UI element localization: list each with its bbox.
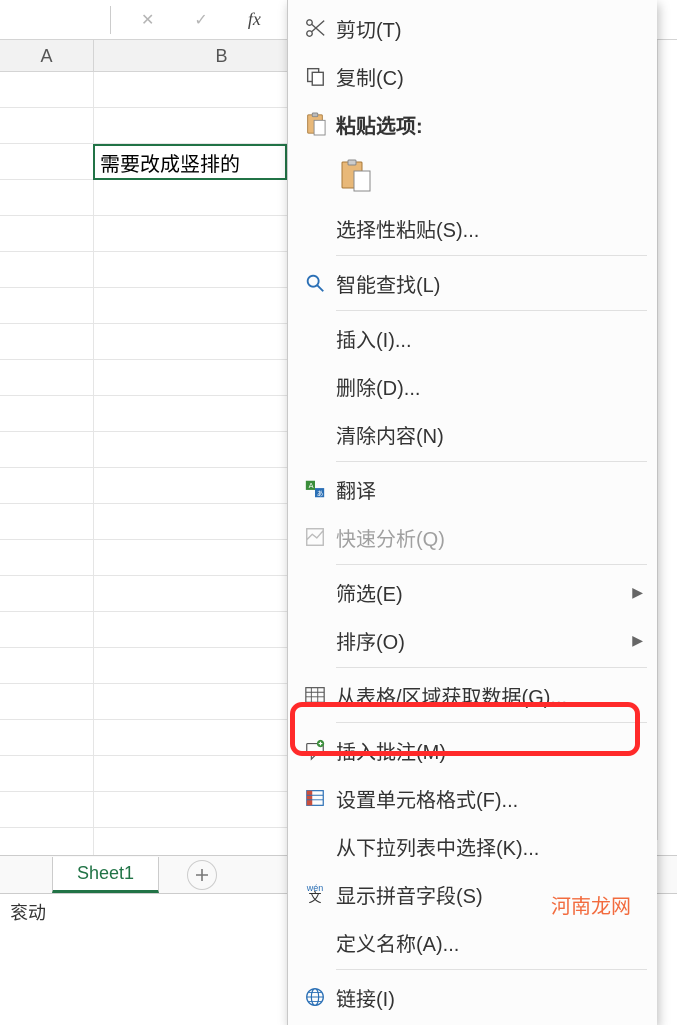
menu-paste-options-header: 粘贴选项:	[288, 100, 657, 148]
link-icon	[294, 986, 336, 1008]
menu-translate[interactable]: Aあ 翻译	[288, 465, 657, 513]
chevron-right-icon: ▶	[632, 632, 643, 649]
cell[interactable]	[0, 792, 94, 828]
menu-separator	[336, 255, 647, 256]
cell[interactable]	[0, 324, 94, 360]
cell[interactable]	[0, 288, 94, 324]
cell[interactable]	[0, 684, 94, 720]
menu-label: 筛选(E)	[336, 578, 632, 607]
cell[interactable]	[0, 396, 94, 432]
menu-separator	[336, 667, 647, 668]
menu-format-cells[interactable]: 设置单元格格式(F)...	[288, 774, 657, 822]
paste-options-row	[288, 148, 657, 204]
confirm-formula-button[interactable]: ✓	[184, 10, 217, 30]
menu-label: 排序(O)	[336, 626, 632, 655]
watermark-text: 河南龙网	[551, 890, 631, 919]
menu-separator	[336, 564, 647, 565]
menu-separator	[336, 310, 647, 311]
menu-label: 插入批注(M)	[336, 736, 649, 765]
fx-button[interactable]: fx	[238, 9, 271, 30]
format-cells-icon	[294, 787, 336, 809]
menu-separator	[336, 969, 647, 970]
cell[interactable]	[0, 504, 94, 540]
pinyin-icon: wén文	[294, 884, 336, 904]
quick-analysis-icon	[294, 526, 336, 548]
menu-label: 清除内容(N)	[336, 420, 649, 449]
menu-link[interactable]: 链接(I)	[288, 973, 657, 1021]
menu-separator	[336, 461, 647, 462]
table-icon	[294, 684, 336, 706]
cell[interactable]	[0, 252, 94, 288]
menu-label: 删除(D)...	[336, 372, 649, 401]
paste-icon	[340, 159, 372, 193]
menu-quick-analysis: 快速分析(Q)	[288, 513, 657, 561]
copy-icon	[294, 65, 336, 87]
cell[interactable]	[0, 576, 94, 612]
translate-icon: Aあ	[294, 478, 336, 500]
cell-content: 需要改成竖排的	[100, 154, 240, 176]
cell[interactable]	[0, 540, 94, 576]
context-menu: 剪切(T) 复制(C) 粘贴选项: 选择性粘贴(S)... 智能查找(L) 插入…	[287, 0, 657, 1025]
cell[interactable]	[0, 756, 94, 792]
menu-label: 插入(I)...	[336, 324, 649, 353]
menu-cut[interactable]: 剪切(T)	[288, 4, 657, 52]
status-text: 衮动	[10, 899, 46, 925]
cell[interactable]	[0, 108, 94, 144]
menu-pick-from-list[interactable]: 从下拉列表中选择(K)...	[288, 822, 657, 870]
menu-label: 从下拉列表中选择(K)...	[336, 832, 649, 861]
cell[interactable]	[0, 468, 94, 504]
menu-label: 翻译	[336, 475, 649, 504]
menu-smart-lookup[interactable]: 智能查找(L)	[288, 259, 657, 307]
menu-label: 复制(C)	[336, 62, 649, 91]
menu-label: 剪切(T)	[336, 14, 649, 43]
cell[interactable]	[0, 360, 94, 396]
cell[interactable]	[0, 144, 94, 180]
clipboard-icon	[294, 112, 336, 136]
menu-label: 从表格/区域获取数据(G)...	[336, 681, 649, 710]
menu-label: 快速分析(Q)	[336, 523, 649, 552]
separator	[110, 6, 111, 34]
chevron-right-icon: ▶	[632, 584, 643, 601]
cell[interactable]	[0, 648, 94, 684]
menu-insert-comment[interactable]: 插入批注(M)	[288, 726, 657, 774]
menu-get-data[interactable]: 从表格/区域获取数据(G)...	[288, 671, 657, 719]
cancel-formula-button[interactable]: ✕	[131, 10, 164, 30]
scissors-icon	[294, 17, 336, 39]
menu-define-name[interactable]: 定义名称(A)...	[288, 918, 657, 966]
menu-filter[interactable]: 筛选(E) ▶	[288, 568, 657, 616]
menu-label: 设置单元格格式(F)...	[336, 784, 649, 813]
add-sheet-button[interactable]	[187, 860, 217, 890]
menu-delete[interactable]: 删除(D)...	[288, 362, 657, 410]
comment-icon	[294, 739, 336, 761]
col-header-A[interactable]: A	[0, 40, 94, 72]
menu-paste-special[interactable]: 选择性粘贴(S)...	[288, 204, 657, 252]
cell[interactable]	[0, 72, 94, 108]
menu-label: 智能查找(L)	[336, 269, 649, 298]
svg-text:A: A	[309, 481, 314, 490]
menu-label: 选择性粘贴(S)...	[336, 214, 649, 243]
cell[interactable]	[0, 432, 94, 468]
menu-label: 链接(I)	[336, 983, 649, 1012]
menu-label: 定义名称(A)...	[336, 928, 649, 957]
cell[interactable]	[0, 612, 94, 648]
right-edge-column	[657, 40, 677, 840]
paste-option-default[interactable]	[336, 156, 376, 196]
sheet-tab-1[interactable]: Sheet1	[52, 857, 159, 893]
cell[interactable]	[0, 216, 94, 252]
cell[interactable]	[0, 180, 94, 216]
menu-label: 粘贴选项:	[336, 110, 649, 139]
menu-separator	[336, 722, 647, 723]
menu-sort[interactable]: 排序(O) ▶	[288, 616, 657, 664]
menu-insert[interactable]: 插入(I)...	[288, 314, 657, 362]
svg-text:あ: あ	[317, 489, 323, 497]
plus-icon	[194, 867, 210, 883]
menu-clear[interactable]: 清除内容(N)	[288, 410, 657, 458]
cell[interactable]	[0, 720, 94, 756]
menu-copy[interactable]: 复制(C)	[288, 52, 657, 100]
search-icon	[294, 272, 336, 294]
